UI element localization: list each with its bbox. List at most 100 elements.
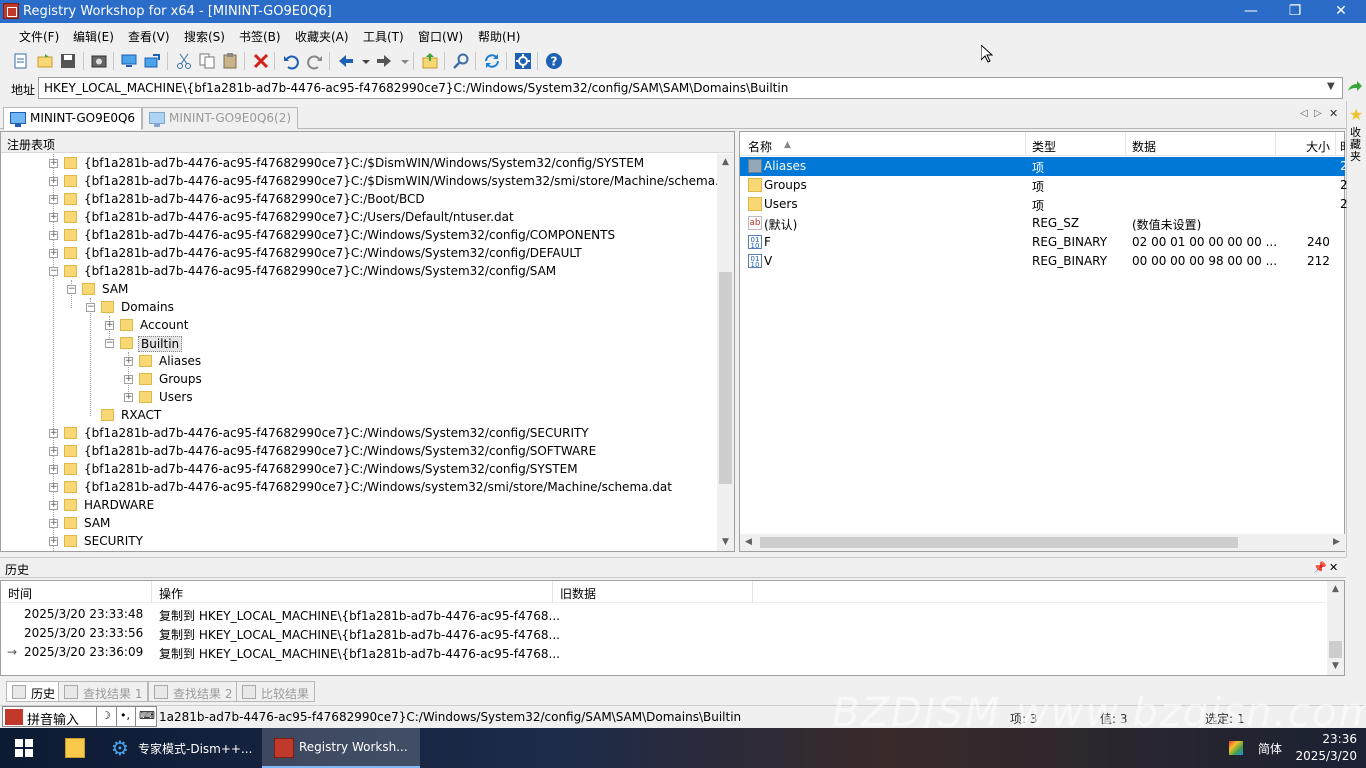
find-icon[interactable]: [452, 52, 470, 70]
expand-toggle[interactable]: +: [49, 213, 58, 222]
tab-mininit[interactable]: MININT-GO9E0Q6: [3, 107, 143, 130]
go-arrow-icon[interactable]: [1346, 79, 1362, 95]
tab-close-icon[interactable]: ✕: [1329, 107, 1338, 120]
menu-edit[interactable]: 编辑(E): [73, 28, 114, 45]
copy-icon[interactable]: [198, 52, 216, 70]
menu-search[interactable]: 搜索(S): [184, 28, 225, 45]
tab-scroll-right-icon[interactable]: ▷: [1314, 108, 1322, 119]
collapse-toggle[interactable]: −: [86, 303, 95, 312]
menu-bookmark[interactable]: 书签(B): [239, 28, 281, 45]
scroll-up-icon[interactable]: ▲: [1327, 581, 1344, 598]
save-icon[interactable]: [59, 52, 77, 70]
restore-button[interactable]: ❐: [1272, 0, 1318, 23]
tab-mininit-2[interactable]: MININT-GO9E0Q6(2): [142, 107, 299, 129]
column-divider[interactable]: [752, 581, 753, 603]
expand-toggle[interactable]: +: [49, 159, 58, 168]
menu-file[interactable]: 文件(F): [19, 28, 59, 45]
scroll-down-icon[interactable]: ▼: [1327, 658, 1344, 675]
expand-toggle[interactable]: +: [124, 357, 133, 366]
history-scrollbar[interactable]: ▲ ▼: [1327, 581, 1344, 675]
scroll-left-icon[interactable]: ◀: [740, 534, 757, 551]
scroll-right-icon[interactable]: ▶: [1328, 534, 1345, 551]
column-type[interactable]: 类型: [1032, 138, 1056, 155]
paste-icon[interactable]: [221, 52, 239, 70]
forward-icon[interactable]: [375, 52, 393, 70]
tab-history[interactable]: 历史: [6, 681, 62, 702]
tree-scrollbar[interactable]: ▲ ▼: [717, 154, 734, 551]
column-divider[interactable]: [1335, 132, 1336, 156]
menu-window[interactable]: 窗口(W): [418, 28, 463, 45]
refresh-icon[interactable]: [483, 52, 501, 70]
undo-icon[interactable]: [282, 52, 300, 70]
snapshot-icon[interactable]: [90, 52, 108, 70]
expand-toggle[interactable]: +: [49, 501, 58, 510]
punctuation-icon[interactable]: •,: [120, 709, 130, 722]
expand-toggle[interactable]: +: [105, 321, 114, 330]
tab-compare-results[interactable]: 比较结果: [236, 681, 316, 702]
connect-icon[interactable]: [143, 52, 161, 70]
keyboard-icon[interactable]: ⌨: [139, 709, 155, 722]
column-divider[interactable]: [1025, 132, 1026, 156]
menu-help[interactable]: 帮助(H): [478, 28, 520, 45]
pin-icon[interactable]: 📌: [1313, 561, 1327, 574]
back-icon[interactable]: [337, 52, 355, 70]
tab-find-results-2[interactable]: 查找结果 2: [148, 681, 239, 702]
scroll-thumb[interactable]: [1329, 641, 1342, 658]
scroll-up-icon[interactable]: ▲: [717, 154, 734, 171]
tab-scroll-left-icon[interactable]: ◁: [1300, 108, 1308, 119]
expand-toggle[interactable]: +: [124, 375, 133, 384]
expand-toggle[interactable]: +: [49, 537, 58, 546]
expand-toggle[interactable]: +: [49, 231, 58, 240]
taskbar-app-registry-workshop[interactable]: Registry Worksh...: [262, 728, 420, 768]
up-level-icon[interactable]: [421, 52, 439, 70]
values-horizontal-scrollbar[interactable]: ◀ ▶: [740, 534, 1345, 551]
scroll-thumb[interactable]: [719, 272, 732, 484]
expand-toggle[interactable]: +: [49, 429, 58, 438]
column-old-data[interactable]: 旧数据: [560, 585, 596, 602]
address-input[interactable]: HKEY_LOCAL_MACHINE\{bf1a281b-ad7b-4476-a…: [38, 77, 1343, 99]
expand-toggle[interactable]: +: [49, 519, 58, 528]
moon-icon[interactable]: ☽: [101, 709, 111, 722]
column-time[interactable]: 时间: [8, 585, 32, 602]
expand-toggle[interactable]: +: [49, 177, 58, 186]
ime-toolbar[interactable]: 拼音输入 ☽ •, ⌨: [2, 706, 157, 728]
tab-find-results-1[interactable]: 查找结果 1: [58, 681, 149, 702]
expand-toggle[interactable]: +: [124, 393, 133, 402]
menu-view[interactable]: 查看(V): [128, 28, 170, 45]
chevron-down-icon[interactable]: ▼: [1327, 81, 1335, 92]
back-dropdown-icon[interactable]: [357, 52, 370, 70]
open-icon[interactable]: [36, 52, 54, 70]
menu-favorites[interactable]: 收藏夹(A): [295, 28, 349, 45]
column-divider[interactable]: [151, 581, 152, 603]
column-data[interactable]: 数据: [1132, 138, 1156, 155]
redo-icon[interactable]: [306, 52, 324, 70]
cut-icon[interactable]: [175, 52, 193, 70]
value-row-selected[interactable]: Aliases 项 2: [740, 157, 1348, 176]
forward-dropdown-icon[interactable]: [396, 52, 409, 70]
column-divider[interactable]: [552, 581, 553, 603]
taskbar-app-dism[interactable]: ⚙ 专家模式-Dism++...: [102, 728, 258, 768]
expand-toggle[interactable]: +: [49, 447, 58, 456]
collapse-toggle[interactable]: −: [105, 339, 114, 348]
new-icon[interactable]: [12, 52, 30, 70]
close-button[interactable]: ✕: [1318, 0, 1364, 23]
column-action[interactable]: 操作: [159, 585, 183, 602]
collapse-toggle[interactable]: −: [67, 285, 76, 294]
settings-icon[interactable]: [514, 52, 532, 70]
delete-icon[interactable]: [252, 52, 270, 70]
column-divider[interactable]: [1275, 132, 1276, 156]
expand-toggle[interactable]: +: [49, 483, 58, 492]
value-row[interactable]: Users 项 2: [740, 195, 1348, 214]
expand-toggle[interactable]: +: [49, 195, 58, 204]
column-time[interactable]: 时: [1340, 138, 1345, 155]
value-row[interactable]: ab (默认) REG_SZ (数值未设置): [740, 214, 1345, 233]
expand-toggle[interactable]: +: [49, 249, 58, 258]
computer-icon[interactable]: [120, 52, 138, 70]
column-name[interactable]: 名称: [748, 138, 772, 155]
minimize-button[interactable]: —: [1228, 0, 1274, 23]
value-row[interactable]: Groups 项 2: [740, 176, 1348, 195]
start-button[interactable]: [0, 728, 48, 768]
scroll-thumb[interactable]: [760, 537, 1238, 548]
favorites-sidebar[interactable]: ★ 收藏夹: [1346, 101, 1366, 557]
close-icon[interactable]: ✕: [1329, 561, 1338, 574]
